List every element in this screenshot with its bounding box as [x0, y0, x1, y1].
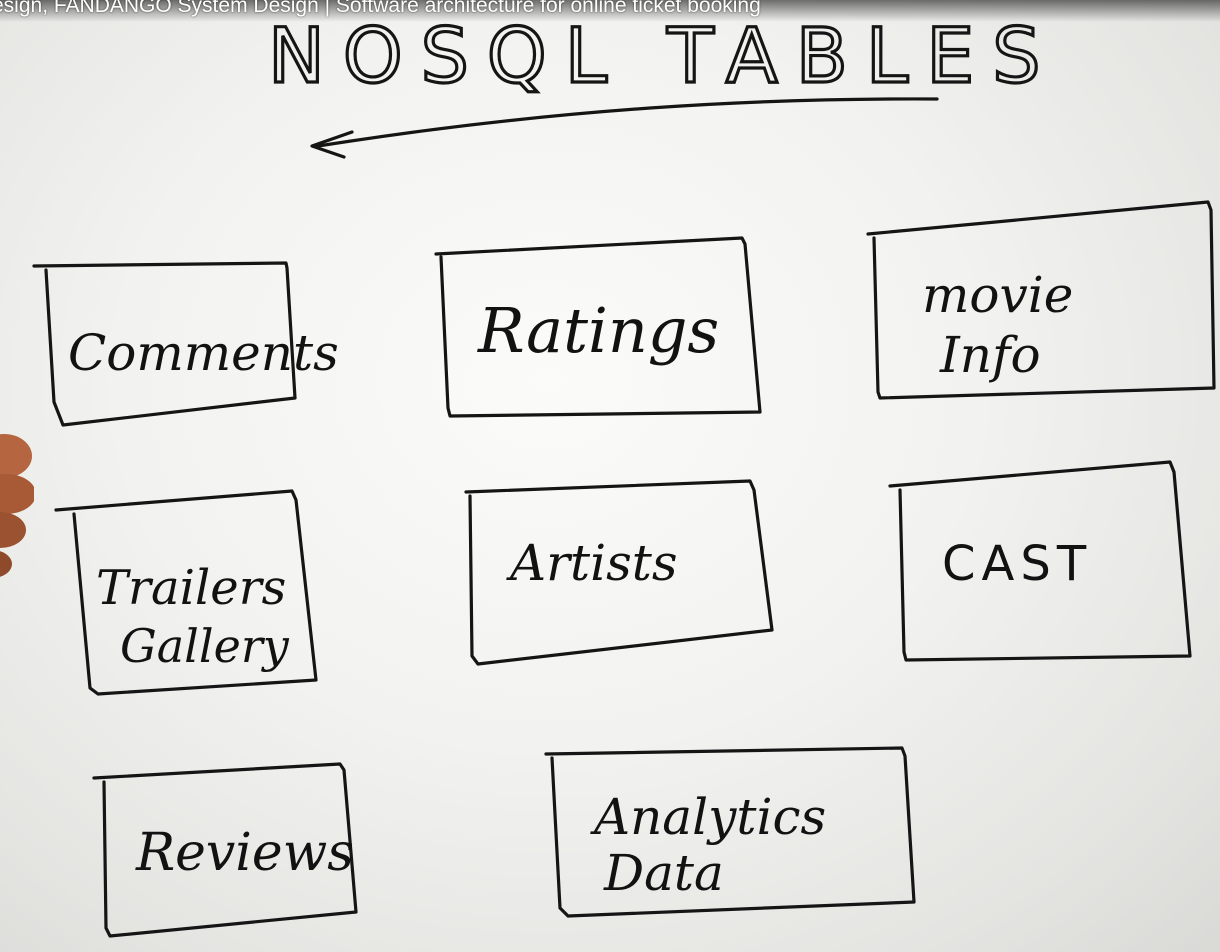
whiteboard-frame: esign, FANDANGO System Design | Software… — [0, 0, 1220, 952]
table-label-gallery-line2: Gallery — [120, 619, 290, 673]
table-label-data-line2: Data — [603, 844, 724, 902]
heading-nosql-tables: NOSQL TABLES — [268, 11, 1059, 100]
table-label-analytics-line1: Analytics — [590, 788, 826, 846]
table-label-trailers-line1: Trailers — [96, 560, 286, 616]
whiteboard-drawing: NOSQL TABLES Comments Ratings movie Info… — [32, 9, 1216, 938]
heading-arrow — [316, 97, 939, 148]
table-label-movie-info-line2: Info — [939, 326, 1041, 384]
table-label-cast: CAST — [942, 536, 1092, 592]
table-label-ratings: Ratings — [477, 294, 719, 367]
table-label-artists: Artists — [506, 534, 678, 592]
table-label-comments: Comments — [68, 324, 339, 382]
presenter-hand — [0, 434, 34, 577]
table-label-movie-info-line1: movie — [922, 266, 1073, 324]
table-label-reviews: Reviews — [135, 823, 354, 883]
